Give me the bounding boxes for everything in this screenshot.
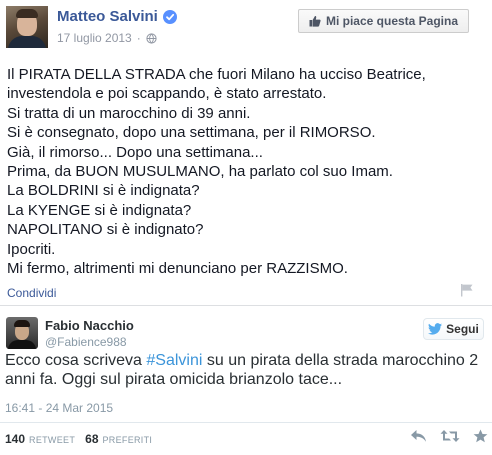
follow-label: Segui bbox=[446, 322, 479, 336]
like-page-label: Mi piace questa Pagina bbox=[325, 14, 459, 28]
favorite-label: PREFERITI bbox=[102, 435, 153, 445]
tweet-actions bbox=[410, 429, 488, 448]
tweet-author-avatar[interactable] bbox=[6, 317, 38, 349]
like-page-button[interactable]: Mi piace questa Pagina bbox=[298, 9, 469, 33]
post-date[interactable]: 17 luglio 2013 bbox=[57, 31, 132, 45]
post-line: Ipocriti. bbox=[7, 240, 56, 258]
post-line: NAPOLITANO si è indignato? bbox=[7, 221, 204, 239]
facebook-post: Matteo Salvini 17 luglio 2013 · Mi piace… bbox=[0, 0, 492, 306]
follow-button[interactable]: Segui bbox=[423, 318, 484, 340]
post-line: Il PIRATA DELLA STRADA che fuori Milano … bbox=[7, 66, 426, 83]
post-body: Il PIRATA DELLA STRADA che fuori Milano … bbox=[7, 65, 477, 278]
post-date-row: 17 luglio 2013 · bbox=[57, 31, 157, 45]
post-line: Si è consegnato, dopo una settimana, per… bbox=[7, 124, 376, 142]
reply-icon[interactable] bbox=[410, 429, 427, 448]
star-icon[interactable] bbox=[473, 429, 488, 448]
post-line: Mi fermo, altrimenti mi denunciano per R… bbox=[7, 260, 348, 278]
post-line: Si tratta di un marocchino di 39 anni. bbox=[7, 104, 251, 122]
section-divider bbox=[0, 305, 492, 306]
tweet-author-name[interactable]: Fabio Nacchio bbox=[45, 318, 134, 333]
tweet-divider bbox=[0, 422, 492, 423]
tweet-text: Ecco cosa scriveva #Salvini su un pirata… bbox=[5, 351, 489, 389]
twitter-bird-icon bbox=[428, 323, 443, 335]
post-line: La BOLDRINI si è indignata? bbox=[7, 182, 200, 200]
share-link[interactable]: Condividi bbox=[7, 286, 56, 300]
author-avatar[interactable] bbox=[6, 6, 48, 48]
tweet-stats: 140 RETWEET 68 PREFERITI bbox=[5, 432, 158, 446]
retweet-label: RETWEET bbox=[29, 435, 76, 445]
author-name-row: Matteo Salvini bbox=[57, 8, 177, 25]
hashtag-link[interactable]: #Salvini bbox=[146, 352, 202, 369]
post-line: Prima, da BUON MUSULMANO, ha parlato col… bbox=[7, 163, 393, 181]
verified-badge-icon bbox=[162, 9, 177, 24]
post-line: Già, il rimorso... Dopo una settimana... bbox=[7, 143, 263, 161]
author-name[interactable]: Matteo Salvini bbox=[57, 8, 158, 25]
retweet-count[interactable]: 140 bbox=[5, 432, 25, 446]
retweet-icon[interactable] bbox=[440, 429, 460, 448]
flag-icon[interactable] bbox=[460, 283, 474, 297]
tweet-author-handle[interactable]: @Fabience988 bbox=[45, 335, 127, 349]
tweet-text-before: Ecco cosa scriveva bbox=[5, 352, 147, 369]
globe-icon bbox=[146, 32, 157, 44]
favorite-count[interactable]: 68 bbox=[85, 432, 98, 446]
post-line: investendola e poi scappando, è stato ar… bbox=[7, 85, 327, 103]
tweet-timestamp[interactable]: 16:41 - 24 Mar 2015 bbox=[5, 401, 113, 415]
date-separator: · bbox=[136, 31, 141, 45]
post-line: La KYENGE si è indignata? bbox=[7, 201, 192, 219]
thumbs-up-icon bbox=[309, 15, 321, 27]
